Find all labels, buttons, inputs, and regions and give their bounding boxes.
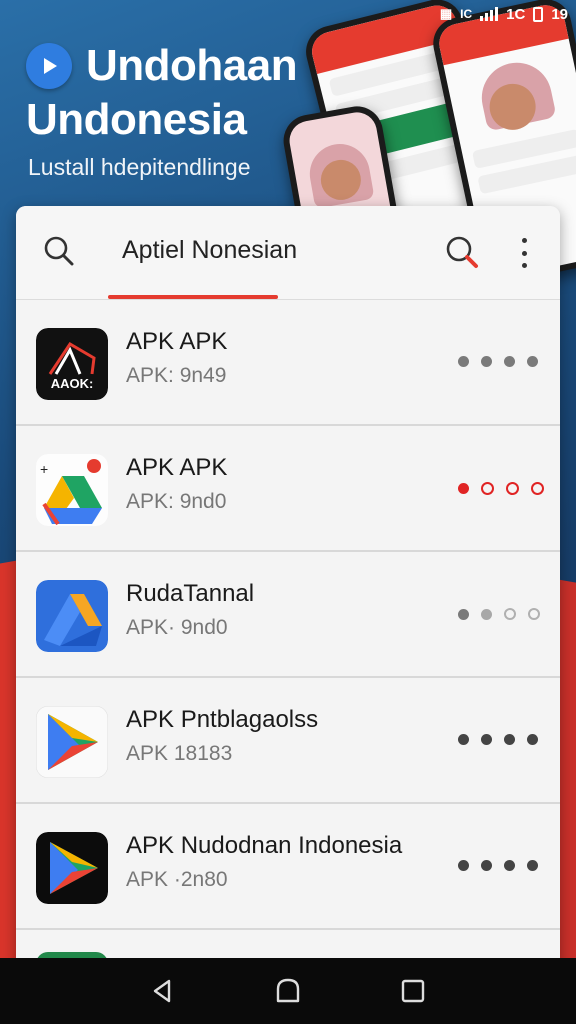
play-store-dark-icon	[36, 832, 108, 904]
app-name: APK APK	[126, 328, 228, 355]
more-dots-icon[interactable]	[458, 482, 544, 495]
app-subtitle: APK 18183	[126, 742, 233, 765]
app-subtitle: APK: 9nd0	[126, 490, 227, 513]
back-icon[interactable]	[148, 976, 178, 1006]
app-name: RudaTannal	[126, 580, 255, 607]
app-name: APK APK	[126, 454, 228, 481]
brand: Undohaan	[26, 40, 298, 92]
hero-tagline: Lustall hdepitendlinge	[28, 154, 251, 180]
carrier-label: IC	[460, 7, 473, 21]
play-store-icon	[36, 706, 108, 778]
hero-title-line2: Undonesia	[26, 95, 247, 144]
app-name: APK Nudodnan Indonesia	[126, 832, 403, 859]
apk-tent-icon: AAOK:	[36, 328, 108, 400]
app-subtitle: APK: 9n49	[126, 364, 227, 387]
apk-icon-text: AAOK:	[51, 376, 94, 391]
notification-icon: ▦	[439, 6, 453, 21]
more-dots-icon[interactable]	[458, 608, 540, 620]
battery-icon	[533, 6, 544, 22]
more-dots-icon[interactable]	[458, 734, 538, 745]
list-item[interactable]: AAOK: APK APK APK: 9n49	[16, 300, 560, 426]
drive-icon: +	[36, 454, 108, 526]
battery-level: 19	[551, 5, 568, 23]
more-dots-icon[interactable]	[458, 860, 538, 871]
play-badge-icon	[26, 43, 72, 89]
list-item[interactable]: APK Pntblagaolss APK 18183	[16, 678, 560, 804]
system-nav-bar	[0, 958, 576, 1024]
svg-text:+: +	[40, 461, 48, 477]
list-item[interactable]: RudaTannal APK· 9nd0	[16, 552, 560, 678]
more-vert-icon[interactable]	[516, 236, 532, 270]
more-dots-icon[interactable]	[458, 356, 538, 367]
app-subtitle: APK· 9nd0	[126, 616, 228, 639]
search-icon[interactable]	[42, 234, 76, 268]
drive-blue-icon	[36, 580, 108, 652]
signal-icon	[480, 7, 499, 21]
tab-indicator	[108, 295, 278, 299]
search-red-icon[interactable]	[444, 234, 480, 270]
list-item[interactable]: + APK APK APK: 9nd0	[16, 426, 560, 552]
list-item[interactable]: APK Nudodnan Indonesia APK ·2n80	[16, 804, 560, 930]
app-list-card: Aptiel Nonesian AAOK: APK APK APK: 9n49	[16, 206, 560, 966]
header-title[interactable]: Aptiel Nonesian	[122, 236, 297, 265]
status-bar: ▦ IC 1C 19	[440, 4, 568, 24]
home-icon[interactable]	[273, 976, 303, 1006]
app-name: APK Pntblagaolss	[126, 706, 319, 733]
card-header: Aptiel Nonesian	[16, 206, 560, 300]
network-label: 1C	[506, 5, 526, 23]
recents-icon[interactable]	[398, 976, 428, 1006]
app-subtitle: APK ·2n80	[126, 868, 228, 891]
hero-title-line1: Undohaan	[86, 41, 298, 90]
